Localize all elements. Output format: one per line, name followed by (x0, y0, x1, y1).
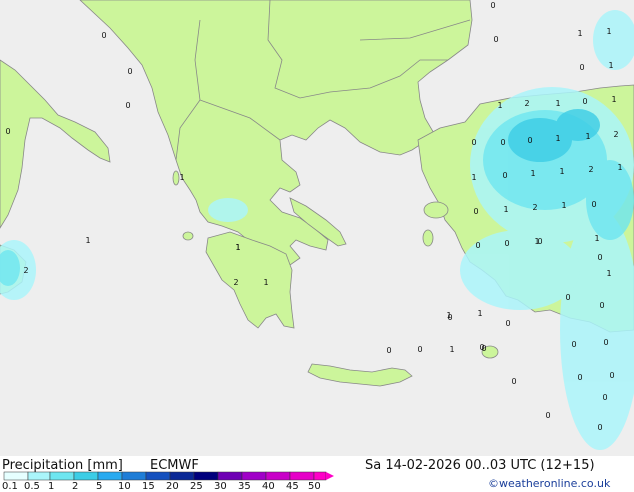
point-value-label: 1 (561, 201, 566, 210)
point-value-label: 0 (127, 67, 132, 76)
point-value-label: 0 (597, 253, 602, 262)
point-value-label: 2 (233, 278, 238, 287)
legend-tick-label: 25 (190, 481, 203, 492)
point-value-label: 1 (263, 278, 268, 287)
legend-tick-label: 45 (286, 481, 299, 492)
point-value-label: 0 (602, 393, 607, 402)
legend-tick-label: 35 (238, 481, 251, 492)
point-value-label: 2 (524, 99, 529, 108)
legend-tick-label: 0.5 (24, 481, 40, 492)
point-value-label: 1 (555, 99, 560, 108)
legend-color-cell (241, 471, 267, 481)
legend-color-cell (27, 471, 51, 481)
point-value-label: 0 (577, 373, 582, 382)
point-value-label: 0 (490, 1, 495, 10)
point-value-label: 1 (608, 61, 613, 70)
point-value-label: 0 (609, 371, 614, 380)
point-value-label: 1 (85, 236, 90, 245)
legend-tick-label: 20 (166, 481, 179, 492)
point-value-label: 0 (504, 239, 509, 248)
legend-color-cell (313, 471, 327, 481)
point-value-label: 0 (527, 136, 532, 145)
point-value-label: 1 (530, 169, 535, 178)
point-value-label: 1 (594, 234, 599, 243)
point-value-label: 0 (582, 97, 587, 106)
point-value-label: 0 (500, 138, 505, 147)
legend-color-cell (169, 471, 195, 481)
legend-tick-label: 30 (214, 481, 227, 492)
point-value-label: 0 (417, 345, 422, 354)
point-value-label: 1 (471, 173, 476, 182)
point-value-label: 1 (235, 243, 240, 252)
legend-tick-label: 2 (72, 481, 79, 492)
legend-color-cell (193, 471, 219, 481)
point-value-label: 0 (591, 200, 596, 209)
legend-color-cell (121, 471, 147, 481)
point-value-label: 0 (511, 377, 516, 386)
point-value-label: 0 (502, 171, 507, 180)
point-value-label: 2 (588, 165, 593, 174)
point-value-label: 1 (611, 95, 616, 104)
legend-color-cell (3, 471, 29, 481)
point-value-label: 1 (559, 167, 564, 176)
point-value-label: 0 (101, 31, 106, 40)
precipitation-map: 00 001 10 11 20 1 0 100 0 0 1 1 21 1 0 1 1 2 10 1 2 1 01 0 11 012… (0, 0, 634, 456)
point-value-label: 0 (545, 411, 550, 420)
point-value-label: 0 (479, 343, 484, 352)
legend-color-cell (73, 471, 99, 481)
legend-tick-label: 15 (142, 481, 155, 492)
point-value-label: 1 (477, 309, 482, 318)
point-value-label: 1 (503, 205, 508, 214)
point-value-label: 0 (125, 101, 130, 110)
point-value-label: 1 (606, 269, 611, 278)
point-value-label: 0 (505, 319, 510, 328)
point-value-label: 0 (473, 207, 478, 216)
legend-color-cell (49, 471, 75, 481)
point-value-label: 0 (579, 63, 584, 72)
point-value-label: 0 (5, 127, 10, 136)
legend-tick-label: 1 (48, 481, 55, 492)
point-value-label: 0 (471, 138, 476, 147)
point-value-label: 0 (597, 423, 602, 432)
point-value-label: 1 (449, 345, 454, 354)
legend-tick-label: 0.1 (2, 481, 18, 492)
legend-arrow (326, 472, 334, 480)
point-value-label: 0 (599, 301, 604, 310)
credit-link[interactable]: ©weatheronline.co.uk (488, 477, 610, 490)
point-value-label: 0 (565, 293, 570, 302)
point-value-label: 0 (571, 340, 576, 349)
point-value-label: 1 (606, 27, 611, 36)
legend-color-cell (265, 471, 291, 481)
point-value-label: 2 (23, 266, 28, 275)
valid-time: Sa 14-02-2026 00..03 UTC (12+15) (365, 458, 595, 473)
point-value-label: 1 (497, 101, 502, 110)
point-value-label: 0 (603, 338, 608, 347)
legend-tick-label: 40 (262, 481, 275, 492)
land-lesbos (423, 201, 449, 219)
point-value-label: 0 (447, 313, 452, 322)
point-value-label: 2 (532, 203, 537, 212)
legend-color-cell (97, 471, 123, 481)
point-value-label: 0 (475, 241, 480, 250)
point-value-label: 1 (555, 134, 560, 143)
point-value-label: 1 (585, 132, 590, 141)
land-corfu (172, 170, 180, 186)
legend-tick-label: 50 (308, 481, 321, 492)
point-value-label: 0 (493, 35, 498, 44)
legend-color-cell (289, 471, 315, 481)
land-chios (422, 229, 434, 247)
point-value-label: 0 (386, 346, 391, 355)
point-value-label: 1 (577, 29, 582, 38)
legend-tick-label: 5 (96, 481, 103, 492)
point-value-label: 2 (613, 130, 618, 139)
point-value-label: 1 (179, 173, 184, 182)
land-kefalonia (182, 231, 194, 241)
point-value-label: 0 (537, 237, 542, 246)
point-value-label: 1 (617, 163, 622, 172)
legend-tick-label: 10 (118, 481, 131, 492)
legend-color-cell (217, 471, 243, 481)
legend-color-cell (145, 471, 171, 481)
